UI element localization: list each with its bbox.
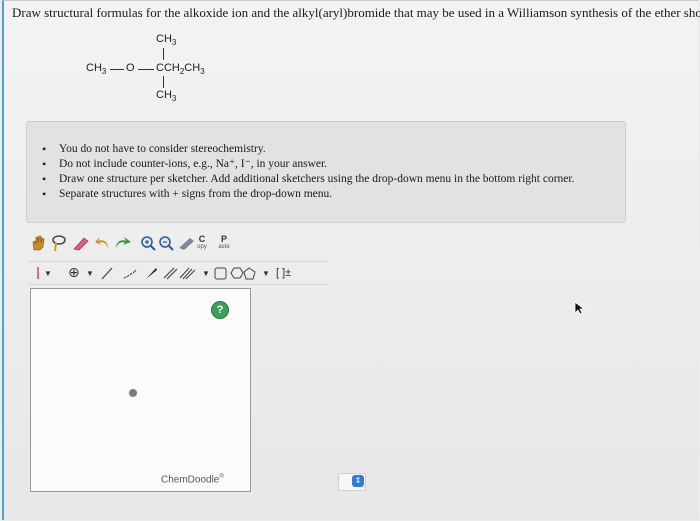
bond-bottom — [163, 76, 164, 88]
zoom-in-icon[interactable] — [140, 233, 156, 253]
lasso-icon[interactable] — [50, 233, 68, 253]
plus-circle-icon: ⊕ — [68, 265, 80, 281]
chevron-down-icon[interactable]: ▼ — [202, 264, 210, 282]
chevron-down-icon[interactable]: ▼ — [86, 264, 94, 282]
left-methyl: CH3 — [86, 62, 107, 77]
instruction-item: Separate structures with + signs from th… — [37, 187, 574, 202]
sketcher-canvas[interactable]: ? ChemDoodle® — [30, 288, 251, 492]
single-bond-icon[interactable] — [100, 264, 114, 282]
triple-bond-icon[interactable] — [178, 264, 196, 282]
eraser-icon[interactable] — [72, 233, 90, 253]
wedge-bond-icon[interactable] — [144, 264, 158, 282]
canvas-dot — [129, 389, 137, 397]
chevron-down-icon[interactable]: ▼ — [44, 264, 52, 282]
double-bond-icon[interactable] — [162, 264, 178, 282]
copy-button[interactable]: C opy — [194, 233, 210, 253]
instruction-item: Draw one structure per sketcher. Add add… — [37, 172, 574, 187]
instructions-list: You do not have to consider stereochemis… — [37, 142, 574, 202]
question-frame: Draw structural formulas for the alkoxid… — [2, 0, 700, 520]
sketcher-toolbar-bottom: ▼ ⊕ ▼ ▼ ▼ [ ]± — [28, 261, 328, 285]
bond-top — [163, 48, 164, 60]
help-label: ? — [216, 304, 224, 316]
redo-icon[interactable] — [114, 233, 132, 253]
question-text: Draw structural formulas for the alkoxid… — [12, 5, 700, 20]
bracket-tool-button[interactable]: [ ]± — [276, 264, 291, 282]
hash-bond-icon[interactable] — [122, 264, 138, 282]
paste-label: aste — [218, 244, 230, 250]
oxygen-atom: O — [126, 62, 135, 74]
bond-right — [138, 69, 154, 70]
help-button[interactable]: ? — [211, 301, 229, 319]
ring-tool-icon[interactable] — [214, 264, 258, 282]
sketcher-toolbar-top: C opy P aste — [28, 233, 258, 257]
chemdoodle-brand: ChemDoodle® — [161, 474, 224, 486]
bond-left — [110, 69, 124, 70]
brand-mark: ® — [219, 474, 224, 480]
add-sketcher-select[interactable]: ⇕ — [338, 473, 366, 491]
undo-icon[interactable] — [94, 233, 110, 253]
charge-tool-button[interactable]: ⊕ — [68, 264, 80, 282]
top-methyl: CH3 — [156, 33, 177, 48]
bottom-methyl: CH3 — [156, 89, 177, 104]
hand-icon[interactable] — [30, 233, 46, 253]
main-chain: CCH2CH3 — [156, 62, 205, 77]
instructions-box: You do not have to consider stereochemis… — [26, 121, 626, 223]
select-arrows-icon: ⇕ — [352, 475, 364, 487]
paste-button[interactable]: P aste — [216, 233, 232, 253]
instruction-item: You do not have to consider stereochemis… — [37, 142, 574, 157]
paste-letter: P — [220, 234, 227, 244]
bracket-icon: [ ]± — [276, 267, 292, 279]
zoom-out-icon[interactable] — [158, 233, 174, 253]
copy-label: opy — [197, 244, 207, 250]
mouse-pointer-icon — [574, 301, 586, 320]
atom-cursor-icon[interactable] — [34, 264, 42, 282]
copy-letter: C — [198, 234, 206, 244]
instruction-item: Do not include counter-ions, e.g., Na⁺, … — [37, 157, 574, 172]
chevron-down-icon[interactable]: ▼ — [262, 264, 270, 282]
